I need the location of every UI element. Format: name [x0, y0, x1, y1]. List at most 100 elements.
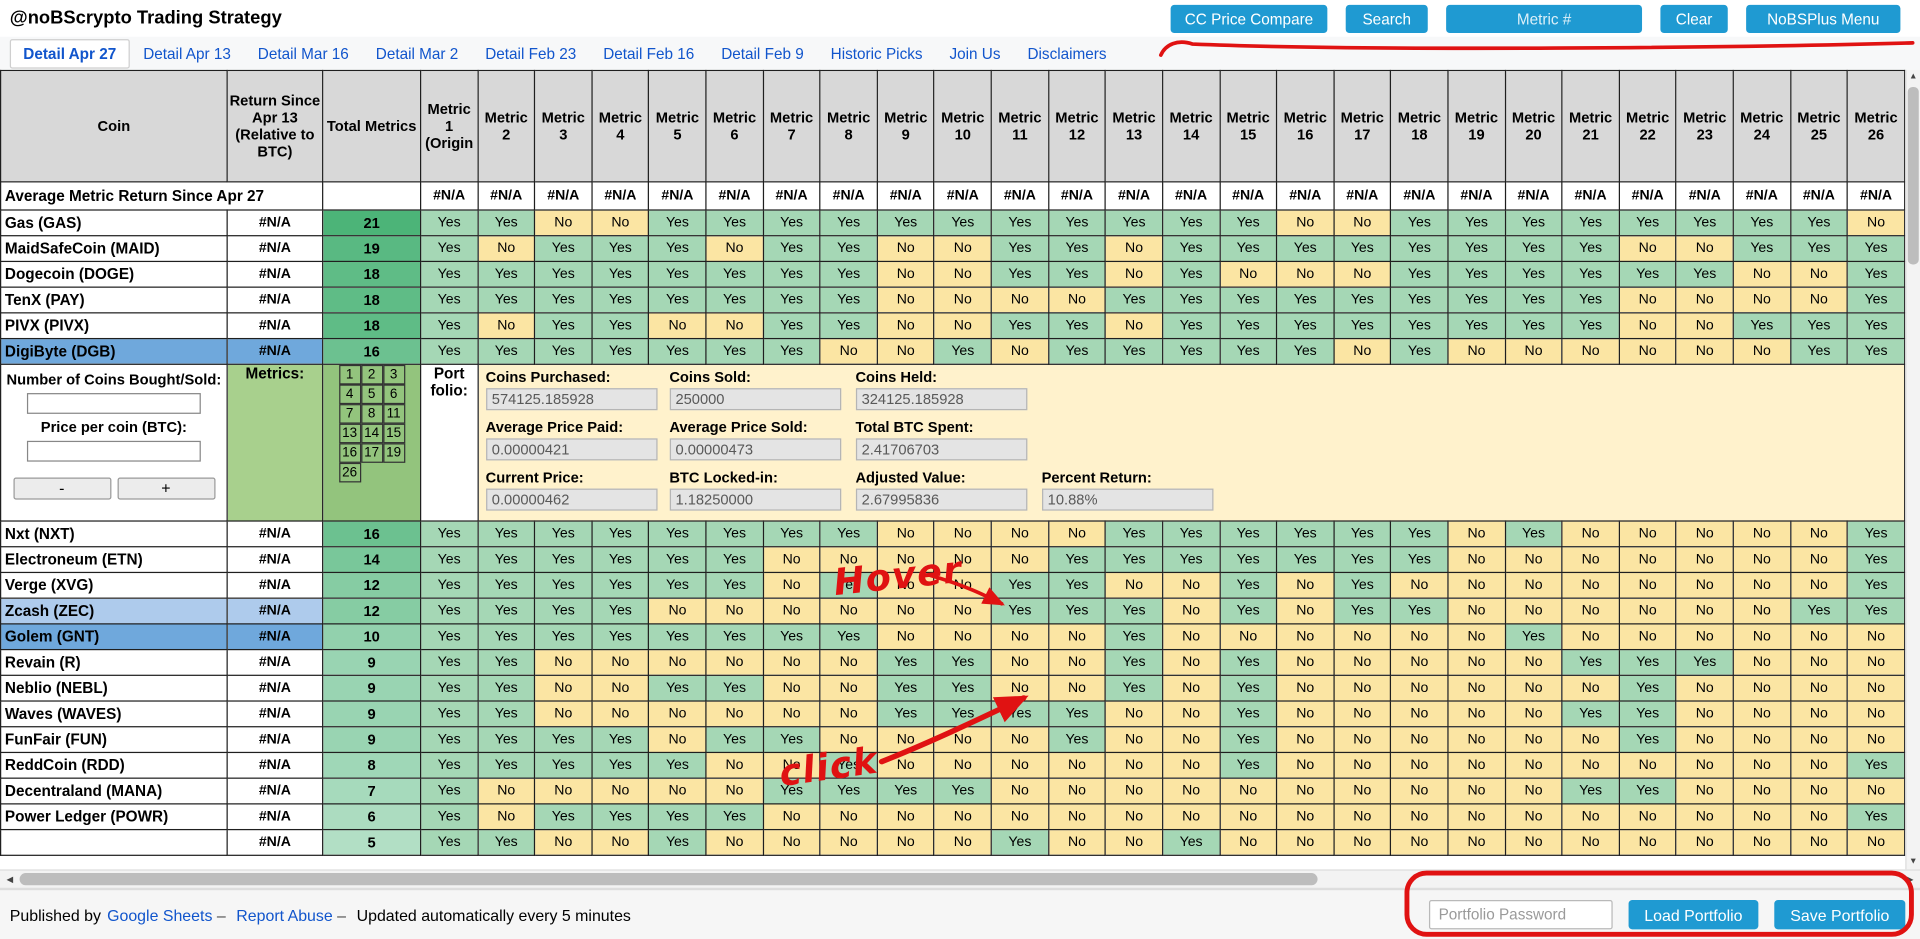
metric-cell[interactable]: Yes [420, 337, 479, 365]
metric-cell[interactable]: No [1561, 546, 1620, 574]
metric-cell[interactable]: No [591, 777, 650, 805]
metric-cell[interactable]: No [990, 777, 1050, 805]
metric-cell[interactable]: Yes [477, 828, 536, 856]
metric-cell[interactable]: No [1333, 700, 1392, 728]
metric-cell[interactable]: No [1447, 828, 1506, 856]
report-abuse-link[interactable]: Report Abuse [236, 906, 332, 924]
metric-cell[interactable]: No [1219, 623, 1278, 651]
metric-cell[interactable]: Yes [819, 520, 878, 548]
metric-cell[interactable]: No [534, 648, 593, 676]
metric-cell[interactable]: Yes [1789, 312, 1849, 340]
scroll-right-arrow-icon[interactable]: ► [1902, 871, 1919, 888]
metric-cell[interactable]: Yes [1390, 337, 1449, 365]
metric-cell[interactable]: No [1219, 828, 1278, 856]
metric-cell[interactable]: No [1219, 260, 1278, 288]
metric-cell[interactable]: Yes [1104, 648, 1164, 676]
metric-cell[interactable]: Yes [420, 726, 479, 754]
metric-cell[interactable]: Yes [420, 312, 479, 340]
metric-cell[interactable]: No [1789, 648, 1849, 676]
metric-cell[interactable]: No [1390, 648, 1449, 676]
metric-cell[interactable]: Yes [1104, 674, 1164, 702]
metric-cell[interactable]: Yes [420, 597, 479, 625]
metric-cell[interactable]: Yes [1789, 597, 1849, 625]
metric-cell[interactable]: Yes [648, 623, 707, 651]
metric-cell[interactable]: Yes [990, 235, 1050, 263]
metric-cell[interactable]: No [1789, 546, 1849, 574]
metric-cell[interactable]: Yes [1104, 623, 1164, 651]
metric-cell[interactable]: No [876, 235, 935, 263]
metric-cell[interactable]: No [1789, 520, 1849, 548]
metric-cell[interactable]: No [1047, 751, 1107, 779]
metric-cell[interactable]: Yes [420, 209, 479, 237]
metric-cell[interactable]: No [648, 648, 707, 676]
metric-cell[interactable]: Yes [819, 286, 878, 314]
metric-cell[interactable]: No [1732, 828, 1791, 856]
metric-cell[interactable]: Yes [1447, 260, 1506, 288]
metric-cell[interactable]: Yes [534, 597, 593, 625]
coin-cell[interactable]: ReddCoin (RDD) [0, 751, 228, 779]
metric-cell[interactable]: No [1276, 571, 1335, 599]
metric-cell[interactable]: Yes [762, 286, 821, 314]
metric-cell[interactable]: No [1333, 828, 1392, 856]
metric-cell[interactable]: Yes [534, 803, 593, 831]
metric-cell[interactable]: Yes [420, 777, 479, 805]
metric-cell[interactable]: Yes [648, 260, 707, 288]
metric-cell[interactable]: No [1732, 674, 1791, 702]
cc-price-compare-button[interactable]: CC Price Compare [1170, 4, 1328, 34]
metric-cell[interactable]: Yes [477, 751, 536, 779]
metric-number-cell[interactable]: 2 [360, 365, 383, 385]
metric-cell[interactable]: No [1504, 726, 1563, 754]
metric-cell[interactable]: Yes [1219, 337, 1278, 365]
metric-cell[interactable]: No [1675, 571, 1734, 599]
metric-cell[interactable]: No [1333, 260, 1392, 288]
metric-cell[interactable]: Yes [762, 337, 821, 365]
metric-cell[interactable]: No [1789, 751, 1849, 779]
metric-cell[interactable]: Yes [591, 597, 650, 625]
metric-cell[interactable]: No [1447, 337, 1506, 365]
metric-cell[interactable]: No [1561, 803, 1620, 831]
metric-cell[interactable]: No [1161, 777, 1221, 805]
metric-cell[interactable]: Yes [1447, 235, 1506, 263]
coin-cell[interactable]: Zcash (ZEC) [0, 597, 228, 625]
metric-cell[interactable]: Yes [819, 777, 878, 805]
metric-cell[interactable]: Yes [648, 546, 707, 574]
metric-cell[interactable]: No [1390, 674, 1449, 702]
metric-cell[interactable]: No [591, 209, 650, 237]
metric-cell[interactable]: No [1390, 777, 1449, 805]
metric-cell[interactable]: Yes [648, 828, 707, 856]
metric-cell[interactable]: No [1732, 803, 1791, 831]
metric-cell[interactable]: Yes [534, 571, 593, 599]
metric-cell[interactable]: No [1789, 700, 1849, 728]
metric-cell[interactable]: No [477, 312, 536, 340]
metric-cell[interactable]: No [648, 312, 707, 340]
metric-cell[interactable]: Yes [762, 520, 821, 548]
metric-cell[interactable]: No [819, 700, 878, 728]
metric-cell[interactable]: No [990, 337, 1050, 365]
metric-cell[interactable]: Yes [591, 260, 650, 288]
metric-cell[interactable]: Yes [591, 803, 650, 831]
metric-cell[interactable]: Yes [762, 260, 821, 288]
metric-cell[interactable]: No [1846, 777, 1906, 805]
metric-cell[interactable]: No [933, 546, 992, 574]
metric-cell[interactable]: Yes [1846, 597, 1906, 625]
metric-cell[interactable]: Yes [1047, 546, 1107, 574]
metric-cell[interactable]: No [1675, 803, 1734, 831]
metric-cell[interactable]: No [648, 726, 707, 754]
metric-number-cell[interactable]: 7 [338, 404, 361, 424]
metric-cell[interactable]: No [1104, 828, 1164, 856]
metric-number-input[interactable] [1446, 4, 1643, 34]
metric-cell[interactable]: No [1675, 286, 1734, 314]
metric-cell[interactable]: Yes [1276, 235, 1335, 263]
metric-cell[interactable]: No [933, 260, 992, 288]
metric-number-cell[interactable]: 1 [338, 365, 361, 385]
metric-cell[interactable]: Yes [1390, 312, 1449, 340]
metric-cell[interactable]: No [1675, 700, 1734, 728]
metric-cell[interactable]: Yes [1618, 260, 1677, 288]
metric-cell[interactable]: No [1561, 571, 1620, 599]
tab-detail-mar-2[interactable]: Detail Mar 2 [362, 39, 471, 68]
metric-cell[interactable]: Yes [648, 209, 707, 237]
metric-cell[interactable]: Yes [534, 337, 593, 365]
metric-cell[interactable]: Yes [1390, 597, 1449, 625]
metric-cell[interactable]: No [1276, 597, 1335, 625]
decrement-button[interactable]: - [12, 477, 111, 500]
